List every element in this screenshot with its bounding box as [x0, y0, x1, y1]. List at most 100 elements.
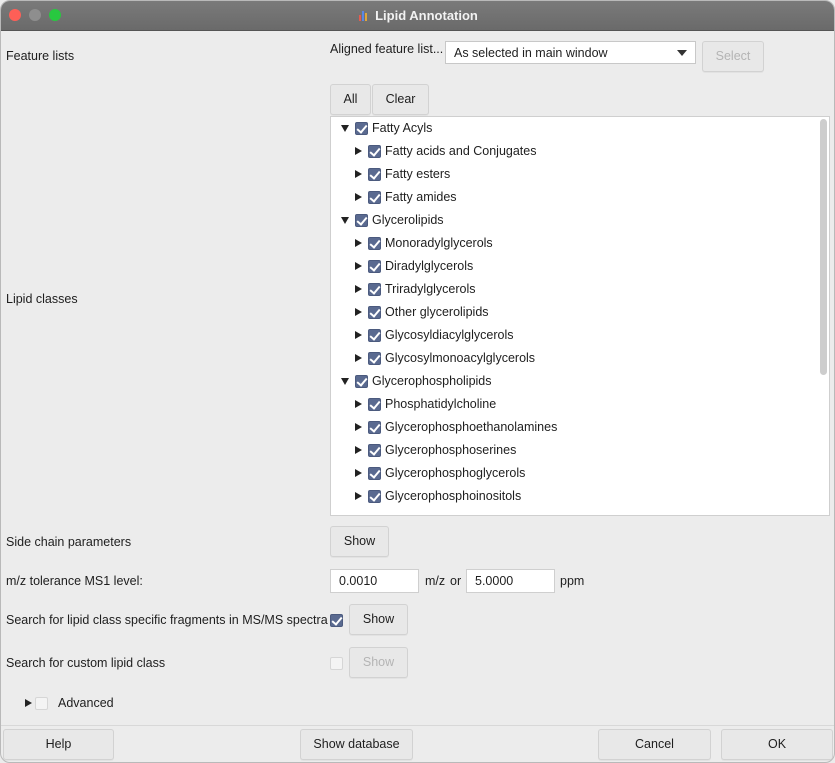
- tree-item[interactable]: Glycosyldiacylglycerols: [331, 324, 811, 347]
- select-button[interactable]: Select: [702, 41, 764, 72]
- tree-item[interactable]: Glycerolipids: [331, 209, 811, 232]
- help-button[interactable]: Help: [3, 729, 114, 760]
- window-title: Lipid Annotation: [1, 8, 834, 23]
- advanced-expand-icon[interactable]: [25, 699, 32, 707]
- expand-arrow-right-icon[interactable]: [355, 446, 362, 454]
- msms-show-button[interactable]: Show: [349, 604, 408, 635]
- tree-item-checkbox[interactable]: [368, 329, 381, 342]
- app-chart-icon: [359, 11, 368, 21]
- msms-fragments-checkbox[interactable]: [330, 614, 343, 627]
- tree-item-checkbox[interactable]: [355, 122, 368, 135]
- tree-item[interactable]: Glycerophosphoethanolamines: [331, 416, 811, 439]
- tree-item-label: Diradylglycerols: [385, 259, 474, 273]
- tree-item-checkbox[interactable]: [368, 421, 381, 434]
- tree-item-label: Fatty acids and Conjugates: [385, 144, 537, 158]
- mz-tolerance-input[interactable]: 0.0010: [330, 569, 419, 593]
- show-database-button[interactable]: Show database: [300, 729, 413, 760]
- tree-item-checkbox[interactable]: [368, 306, 381, 319]
- tree-item[interactable]: Glycerophospholipids: [331, 370, 811, 393]
- side-chain-parameters-label: Side chain parameters: [6, 535, 132, 549]
- mz-tolerance-label: m/z tolerance MS1 level:: [6, 574, 143, 588]
- tree-item[interactable]: Fatty esters: [331, 163, 811, 186]
- tree-item[interactable]: Glycosylmonoacylglycerols: [331, 347, 811, 370]
- tree-item-checkbox[interactable]: [368, 145, 381, 158]
- ppm-tolerance-input[interactable]: 5.0000: [466, 569, 555, 593]
- tree-item[interactable]: Triradylglycerols: [331, 278, 811, 301]
- tree-item[interactable]: Fatty amides: [331, 186, 811, 209]
- expand-arrow-right-icon[interactable]: [355, 170, 362, 178]
- tree-item-checkbox[interactable]: [368, 260, 381, 273]
- tree-item[interactable]: Glycerophosphoinositols: [331, 485, 811, 508]
- lipid-class-tree[interactable]: Fatty Acyls Fatty acids and Conjugates Fat…: [330, 116, 830, 516]
- tree-item[interactable]: Glycerophosphoserines: [331, 439, 811, 462]
- expand-arrow-right-icon[interactable]: [355, 400, 362, 408]
- expand-arrow-right-icon[interactable]: [355, 239, 362, 247]
- tree-item-checkbox[interactable]: [355, 375, 368, 388]
- aligned-feature-list-label: Aligned feature list...: [330, 42, 444, 56]
- tree-item-label: Glycosyldiacylglycerols: [385, 328, 514, 342]
- msms-fragments-label: Search for lipid class specific fragment…: [6, 613, 328, 627]
- tree-item-label: Glycerophosphoglycerols: [385, 466, 526, 480]
- expand-arrow-right-icon[interactable]: [355, 308, 362, 316]
- custom-class-show-button[interactable]: Show: [349, 647, 408, 678]
- expand-arrow-down-icon[interactable]: [341, 125, 349, 132]
- tree-item[interactable]: Other glycerolipids: [331, 301, 811, 324]
- ok-button[interactable]: OK: [721, 729, 833, 760]
- custom-lipid-class-checkbox[interactable]: [330, 657, 343, 670]
- expand-arrow-right-icon[interactable]: [355, 423, 362, 431]
- tree-item-checkbox[interactable]: [368, 237, 381, 250]
- cancel-button[interactable]: Cancel: [598, 729, 711, 760]
- tree-item-checkbox[interactable]: [368, 283, 381, 296]
- expand-arrow-right-icon[interactable]: [355, 469, 362, 477]
- expand-arrow-right-icon[interactable]: [355, 193, 362, 201]
- tree-item-label: Triradylglycerols: [385, 282, 476, 296]
- clear-button[interactable]: Clear: [372, 84, 429, 115]
- tree-item[interactable]: Monoradylglycerols: [331, 232, 811, 255]
- tree-item-label: Fatty Acyls: [372, 121, 433, 135]
- tree-item-label: Other glycerolipids: [385, 305, 489, 319]
- expand-arrow-right-icon[interactable]: [355, 331, 362, 339]
- all-button[interactable]: All: [330, 84, 371, 115]
- tree-item-label: Fatty esters: [385, 167, 451, 181]
- tree-item-checkbox[interactable]: [355, 214, 368, 227]
- expand-arrow-right-icon[interactable]: [355, 147, 362, 155]
- tree-item-label: Glycerolipids: [372, 213, 444, 227]
- expand-arrow-right-icon[interactable]: [355, 285, 362, 293]
- expand-arrow-right-icon[interactable]: [355, 354, 362, 362]
- feature-list-selector[interactable]: As selected in main window: [445, 41, 696, 64]
- tree-item[interactable]: Diradylglycerols: [331, 255, 811, 278]
- button-bar: Help Show database Cancel OK: [1, 725, 834, 762]
- tree-item-checkbox[interactable]: [368, 467, 381, 480]
- tree-item-checkbox[interactable]: [368, 398, 381, 411]
- tree-scrollbar[interactable]: [820, 119, 827, 375]
- advanced-label: Advanced: [58, 696, 114, 710]
- title-bar[interactable]: Lipid Annotation: [1, 1, 834, 31]
- advanced-checkbox[interactable]: [35, 697, 48, 710]
- lipid-annotation-dialog: Lipid Annotation Feature lists Aligned f…: [0, 0, 835, 763]
- feature-list-selector-value: As selected in main window: [454, 46, 608, 60]
- expand-arrow-down-icon[interactable]: [341, 217, 349, 224]
- tree-item[interactable]: Phosphatidylcholine: [331, 393, 811, 416]
- or-label: or: [450, 574, 462, 588]
- tree-item-checkbox[interactable]: [368, 490, 381, 503]
- tree-item[interactable]: Glycerophosphoglycerols: [331, 462, 811, 485]
- mz-unit-label: m/z: [425, 574, 446, 588]
- ppm-unit-label: ppm: [560, 574, 585, 588]
- tree-item-label: Fatty amides: [385, 190, 457, 204]
- tree-item-label: Glycerophosphoserines: [385, 443, 517, 457]
- chevron-down-icon: [677, 50, 687, 56]
- feature-lists-label: Feature lists: [6, 49, 75, 63]
- expand-arrow-right-icon[interactable]: [355, 262, 362, 270]
- side-chain-show-button[interactable]: Show: [330, 526, 389, 557]
- tree-item-checkbox[interactable]: [368, 168, 381, 181]
- tree-item[interactable]: Fatty Acyls: [331, 117, 811, 140]
- expand-arrow-right-icon[interactable]: [355, 492, 362, 500]
- tree-item-checkbox[interactable]: [368, 191, 381, 204]
- custom-lipid-class-label: Search for custom lipid class: [6, 656, 166, 670]
- tree-item-checkbox[interactable]: [368, 352, 381, 365]
- expand-arrow-down-icon[interactable]: [341, 378, 349, 385]
- tree-item[interactable]: Fatty acids and Conjugates: [331, 140, 811, 163]
- tree-item-label: Monoradylglycerols: [385, 236, 493, 250]
- tree-item-label: Glycosylmonoacylglycerols: [385, 351, 536, 365]
- tree-item-checkbox[interactable]: [368, 444, 381, 457]
